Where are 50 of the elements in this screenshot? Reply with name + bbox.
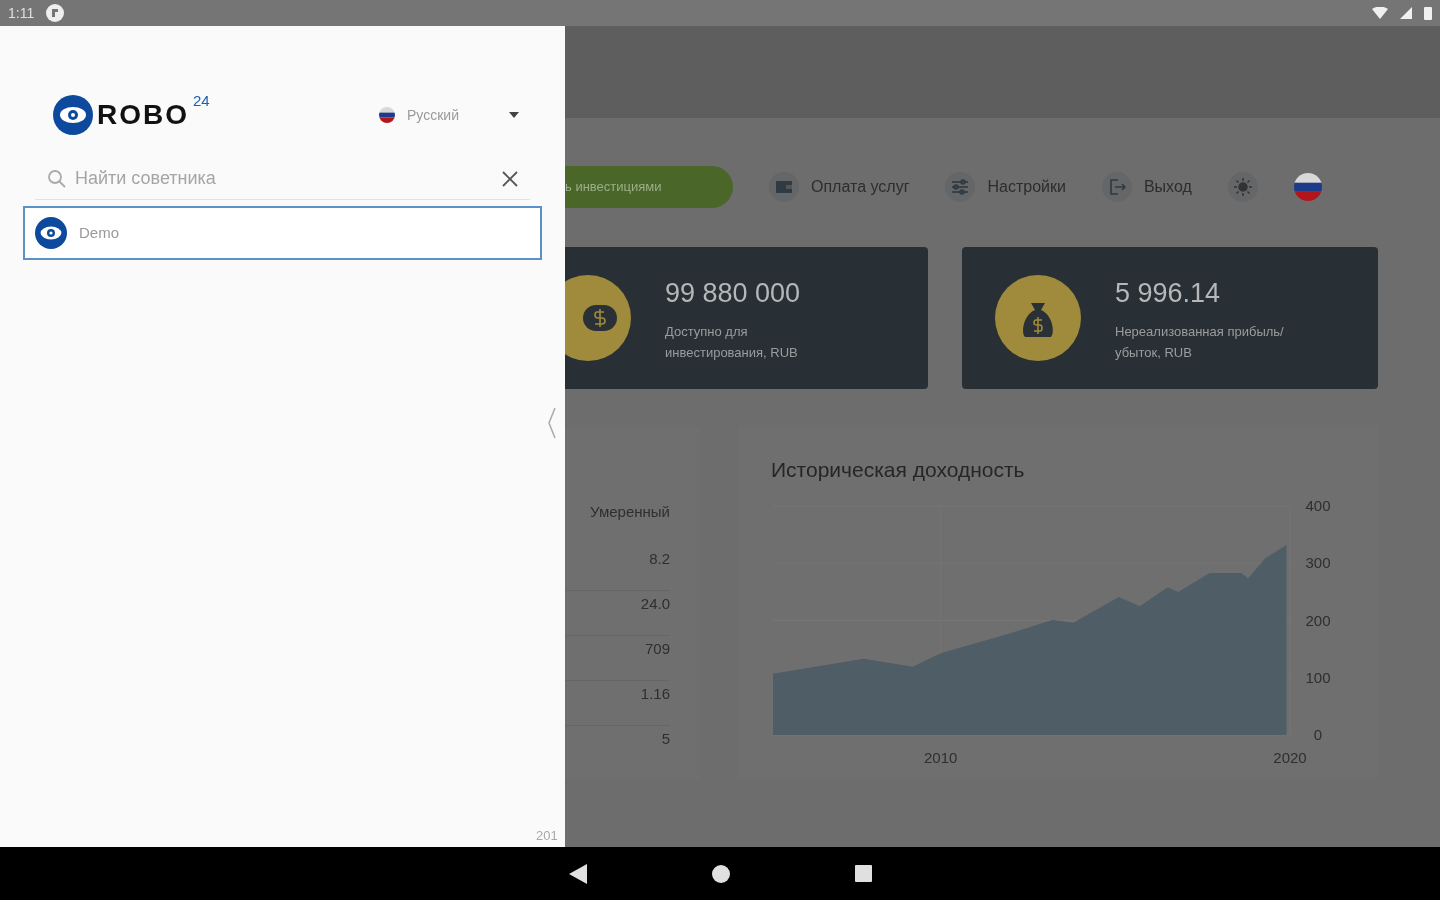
axis-tick-label: 2020 (1273, 749, 1307, 766)
theme-toggle[interactable] (1227, 172, 1258, 202)
logout-icon (1101, 172, 1132, 202)
signal-icon (1400, 7, 1412, 19)
status-time: 1:11 (8, 3, 35, 23)
caret-icon (509, 112, 519, 118)
eye-logo-icon (53, 95, 93, 135)
chart-title: Историческая доходность (771, 457, 1025, 483)
primary-button[interactable]: ь инвестициями (565, 166, 733, 208)
close-icon (502, 170, 518, 187)
sun-icon (1233, 178, 1252, 196)
eye-logo-icon (35, 217, 67, 249)
nav-link[interactable]: Оплата услуг (769, 172, 910, 202)
recents-icon[interactable] (854, 865, 872, 882)
axis-tick-label: 2010 (924, 749, 958, 766)
search-field[interactable]: Найти советника (75, 165, 490, 192)
wallet-icon (769, 172, 799, 202)
advisor-item[interactable]: Demo (23, 206, 542, 260)
axis-tick-label: 300 (1305, 554, 1331, 572)
logo-superscript: 24 (193, 91, 210, 111)
footer-text: 201 (536, 826, 558, 845)
notification-icon (46, 4, 65, 22)
stat-value: 99 880 000 (665, 276, 802, 310)
russian-flag-icon (379, 107, 395, 123)
wifi-icon (1372, 7, 1388, 19)
stat-value: 5 996.14 (1115, 276, 1222, 310)
axis-tick-label: 100 (1305, 668, 1331, 686)
table-cell-text: 5 (660, 729, 670, 749)
axis-tick-label: 200 (1305, 611, 1331, 629)
stat-caption: Нереализованная прибыль/ убыток, RUB (1115, 323, 1285, 363)
money-bag-icon (995, 275, 1081, 361)
home-icon[interactable] (711, 864, 730, 883)
nav-link[interactable]: Настройки (945, 172, 1066, 202)
axis-tick-label: 400 (1305, 497, 1331, 514)
back-icon[interactable] (568, 863, 587, 884)
language-select[interactable]: Русский (379, 104, 519, 126)
axis-tick-label: 0 (1313, 726, 1323, 743)
stat-caption: Доступно для инвестирования, RUB (665, 323, 799, 363)
table-cell: 1.16 (565, 681, 670, 726)
advisor-name: Demo (79, 222, 119, 243)
table-cell: 24.0 (565, 591, 670, 636)
search-icon (47, 168, 67, 189)
battery-icon (1424, 6, 1432, 20)
settings-icon (945, 172, 976, 202)
nav-link[interactable]: Выход (1101, 172, 1192, 202)
column-header: Умеренный (589, 502, 670, 522)
table-cell: 8.2 (565, 546, 670, 591)
table-cell: 709 (565, 636, 670, 681)
russian-flag-icon (1293, 173, 1322, 201)
logo-text: ROBO (97, 98, 189, 132)
